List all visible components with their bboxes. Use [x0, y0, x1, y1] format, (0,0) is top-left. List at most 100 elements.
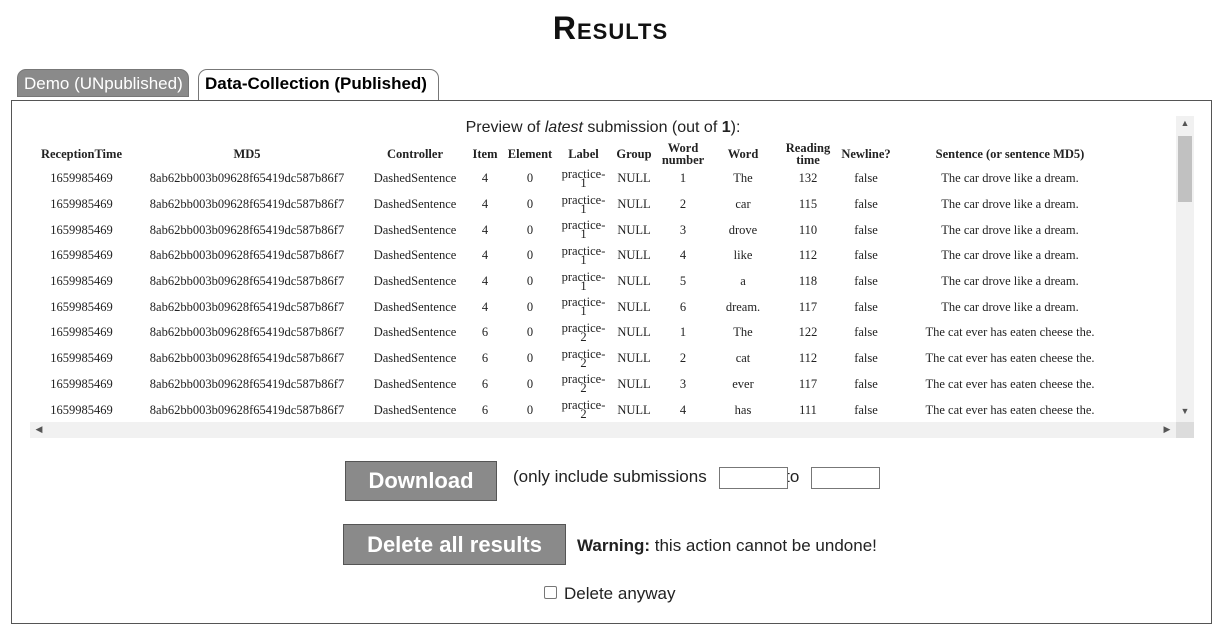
table-cell: 1659985469: [50, 376, 113, 391]
table-row: 1659985469 8ab62bb003b09628f65419dc587b86…: [31, 217, 1125, 243]
table-cell: DashedSentence: [373, 171, 457, 186]
preview-prefix: Preview of: [465, 119, 545, 136]
table-cell: 117: [798, 376, 818, 391]
table-row: 1659985469 8ab62bb003b09628f65419dc587b86…: [31, 320, 1125, 346]
column-header: Word number: [661, 140, 705, 167]
table-cell: 4: [481, 197, 489, 212]
column-header: Word: [727, 146, 759, 161]
table-cell: 1659985469: [50, 274, 113, 289]
table-row: 1659985469 8ab62bb003b09628f65419dc587b86…: [31, 397, 1125, 423]
tab-data-collection[interactable]: Data-Collection (Published): [198, 69, 439, 101]
table-cell: 6: [679, 299, 687, 314]
table-cell: 0: [526, 171, 534, 186]
table-cell: The car drove like a dream.: [941, 274, 1079, 289]
table-cell: a: [740, 274, 746, 289]
table-cell: 0: [526, 351, 534, 366]
table-cell: 2: [679, 197, 687, 212]
table-cell: DashedSentence: [373, 274, 457, 289]
table-cell: NULL: [617, 351, 651, 366]
horizontal-scrollbar[interactable]: ◀ ▶: [30, 422, 1176, 438]
table-cell: 4: [481, 248, 489, 263]
column-header: Element: [507, 146, 553, 161]
table-cell: 1659985469: [50, 402, 113, 417]
scroll-up-arrow-icon[interactable]: ▲: [1176, 118, 1194, 128]
scroll-down-arrow-icon[interactable]: ▼: [1176, 406, 1194, 416]
table-cell: 0: [526, 402, 534, 417]
range-prefix: (only include submissions: [513, 467, 712, 486]
range-from-input[interactable]: [719, 467, 788, 489]
vertical-scroll-thumb[interactable]: [1178, 136, 1192, 202]
column-header: ReceptionTime: [40, 146, 122, 161]
table-cell: practice- 1: [561, 166, 606, 190]
table-cell: 2: [679, 351, 687, 366]
table-cell: 8ab62bb003b09628f65419dc587b86f7: [149, 402, 345, 417]
table-cell: NULL: [617, 197, 651, 212]
delete-anyway-option: Delete anyway: [544, 584, 676, 604]
table-cell: false: [854, 299, 878, 314]
delete-anyway-checkbox[interactable]: [544, 586, 557, 600]
download-button[interactable]: Download: [345, 461, 497, 501]
table-cell: The car drove like a dream.: [941, 171, 1079, 186]
table-row: 1659985469 8ab62bb003b09628f65419dc587b86…: [31, 269, 1125, 295]
table-cell: 0: [526, 222, 534, 237]
table-cell: 117: [798, 299, 818, 314]
table-cell: practice- 2: [561, 320, 606, 344]
table-cell: 1659985469: [50, 171, 113, 186]
table-cell: practice- 2: [561, 398, 606, 422]
range-to-input[interactable]: [811, 467, 880, 489]
table-cell: The car drove like a dream.: [941, 197, 1079, 212]
table-cell: DashedSentence: [373, 197, 457, 212]
table-cell: 0: [526, 248, 534, 263]
table-cell: NULL: [617, 222, 651, 237]
scroll-right-arrow-icon[interactable]: ▶: [1158, 424, 1176, 435]
preview-caption: Preview of latest submission (out of 1):: [0, 119, 1206, 137]
table-cell: 1659985469: [50, 248, 113, 263]
table-cell: 0: [526, 325, 534, 340]
table-cell: 3: [679, 376, 687, 391]
preview-emphasis: latest: [544, 119, 583, 136]
scroll-corner: [1176, 422, 1194, 438]
table-cell: The car drove like a dream.: [941, 299, 1079, 314]
table-cell: DashedSentence: [373, 248, 457, 263]
table-cell: 122: [798, 325, 818, 340]
column-header: Reading time: [785, 140, 831, 167]
delete-warning: Warning: this action cannot be undone!: [577, 536, 877, 556]
table-cell: 110: [798, 222, 818, 237]
table-cell: The: [733, 325, 753, 340]
delete-anyway-label[interactable]: Delete anyway: [564, 584, 676, 603]
table-cell: false: [854, 325, 878, 340]
table-cell: The cat ever has eaten cheese the.: [925, 351, 1095, 366]
vertical-scrollbar[interactable]: ▲ ▼: [1176, 116, 1194, 422]
scroll-left-arrow-icon[interactable]: ◀: [30, 424, 48, 435]
table-cell: 6: [481, 376, 489, 391]
table-cell: 115: [798, 197, 818, 212]
table-cell: 4: [481, 171, 489, 186]
table-cell: 1659985469: [50, 197, 113, 212]
table-cell: DashedSentence: [373, 402, 457, 417]
table-cell: 3: [679, 222, 687, 237]
table-cell: 8ab62bb003b09628f65419dc587b86f7: [149, 299, 345, 314]
table-cell: The cat ever has eaten cheese the.: [925, 402, 1095, 417]
delete-all-button[interactable]: Delete all results: [343, 524, 566, 565]
table-cell: dream.: [725, 299, 761, 314]
table-row: 1659985469 8ab62bb003b09628f65419dc587b86…: [31, 346, 1125, 372]
column-header: Sentence (or sentence MD5): [935, 146, 1085, 161]
table-cell: 6: [481, 351, 489, 366]
table-cell: 111: [799, 402, 817, 417]
table-cell: DashedSentence: [373, 376, 457, 391]
table-cell: NULL: [617, 299, 651, 314]
column-header: Label: [568, 146, 599, 161]
table-cell: NULL: [617, 402, 651, 417]
column-header: Item: [472, 146, 498, 161]
table-cell: The: [733, 171, 753, 186]
table-cell: practice- 1: [561, 269, 606, 293]
table-cell: NULL: [617, 325, 651, 340]
table-cell: The cat ever has eaten cheese the.: [925, 325, 1095, 340]
table-cell: cat: [735, 351, 751, 366]
page-title: Results: [552, 10, 669, 46]
table-cell: 6: [481, 325, 489, 340]
table-cell: practice- 2: [561, 346, 606, 370]
table-cell: 8ab62bb003b09628f65419dc587b86f7: [149, 197, 345, 212]
tab-demo[interactable]: Demo (UNpublished): [17, 69, 189, 97]
table-cell: DashedSentence: [373, 222, 457, 237]
